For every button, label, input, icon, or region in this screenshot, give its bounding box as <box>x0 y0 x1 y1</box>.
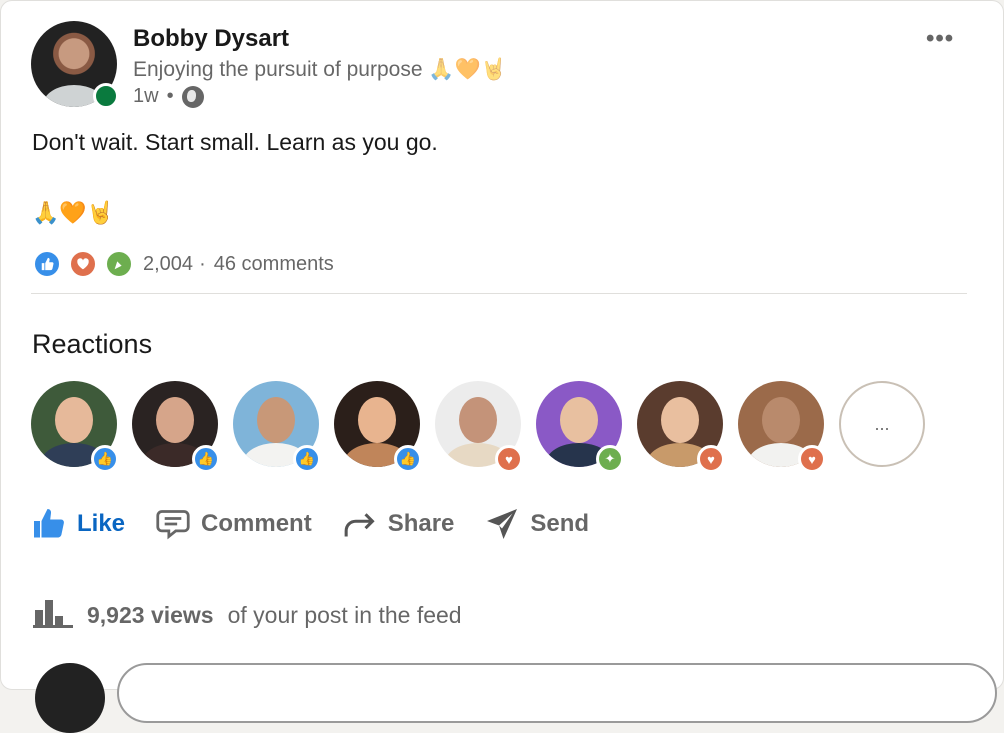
reactions-heading: Reactions <box>32 329 153 359</box>
post-analytics[interactable]: 9,923 views of your post in the feed <box>33 596 462 634</box>
post-time: 1w <box>133 85 159 107</box>
author-headline: Enjoying the pursuit of purpose 🙏🧡🤘 <box>133 58 507 81</box>
like-label: Like <box>77 510 126 537</box>
bar-chart-icon <box>33 596 73 634</box>
comment-composer <box>31 661 997 733</box>
summary-separator: · <box>199 252 206 275</box>
like-badge-icon: 👍 <box>293 445 321 473</box>
like-badge-icon: 👍 <box>192 445 220 473</box>
reactor-avatar[interactable]: ♥ <box>738 381 826 473</box>
globe-icon <box>181 85 204 108</box>
like-icon <box>33 250 61 278</box>
divider <box>31 293 967 294</box>
reactions-summary[interactable]: 2,004 · 46 comments <box>33 250 334 278</box>
reactor-avatar[interactable]: ✦ <box>536 381 624 473</box>
send-icon <box>484 506 520 542</box>
action-bar: Like Comment Share Send <box>31 506 619 542</box>
send-label: Send <box>530 510 590 537</box>
thumbs-up-icon <box>31 506 67 542</box>
more-options-button[interactable]: ••• <box>926 25 954 53</box>
love-badge-icon: ♥ <box>495 445 523 473</box>
love-badge-icon: ♥ <box>798 445 826 473</box>
reactor-avatar[interactable]: 👍 <box>233 381 321 473</box>
love-badge-icon: ♥ <box>697 445 725 473</box>
celebrate-icon <box>105 250 133 278</box>
post-body-text: Don't wait. Start small. Learn as you go… <box>32 129 438 155</box>
post-emoji-line: 🙏🧡🤘 <box>32 200 115 225</box>
reactor-avatars: 👍 👍 👍 👍 ♥ ✦ ♥ ♥ ... <box>31 381 925 473</box>
reactor-avatar[interactable]: ♥ <box>637 381 725 473</box>
celebrate-badge-icon: ✦ <box>596 445 624 473</box>
send-button[interactable]: Send <box>484 506 589 542</box>
meta-separator: • <box>166 85 174 107</box>
current-user-avatar <box>35 663 105 733</box>
comment-button[interactable]: Comment <box>155 506 312 542</box>
comment-input[interactable] <box>117 663 997 723</box>
comments-count[interactable]: 46 comments <box>214 253 334 276</box>
reactor-avatar[interactable]: ♥ <box>435 381 523 473</box>
more-reactors-label: ... <box>839 381 925 467</box>
online-status-indicator <box>93 83 119 109</box>
like-button[interactable]: Like <box>31 506 125 542</box>
post-card: Bobby Dysart Enjoying the pursuit of pur… <box>0 0 1004 733</box>
reaction-count[interactable]: 2,004 <box>143 253 193 276</box>
reactor-avatar[interactable]: 👍 <box>334 381 422 473</box>
comment-icon <box>155 506 191 542</box>
share-button[interactable]: Share <box>342 506 455 542</box>
reactor-avatar[interactable]: 👍 <box>31 381 119 473</box>
post-meta: 1w • <box>133 85 204 108</box>
comment-label: Comment <box>201 510 312 537</box>
like-badge-icon: 👍 <box>91 445 119 473</box>
views-suffix: of your post in the feed <box>227 601 462 628</box>
views-count: 9,923 views <box>87 601 214 628</box>
like-badge-icon: 👍 <box>394 445 422 473</box>
reactor-avatar[interactable]: 👍 <box>132 381 220 473</box>
more-reactors-button[interactable]: ... <box>839 381 925 467</box>
author-name[interactable]: Bobby Dysart <box>133 25 289 53</box>
love-icon <box>69 250 97 278</box>
share-label: Share <box>387 510 455 537</box>
share-arrow-icon <box>342 506 378 542</box>
